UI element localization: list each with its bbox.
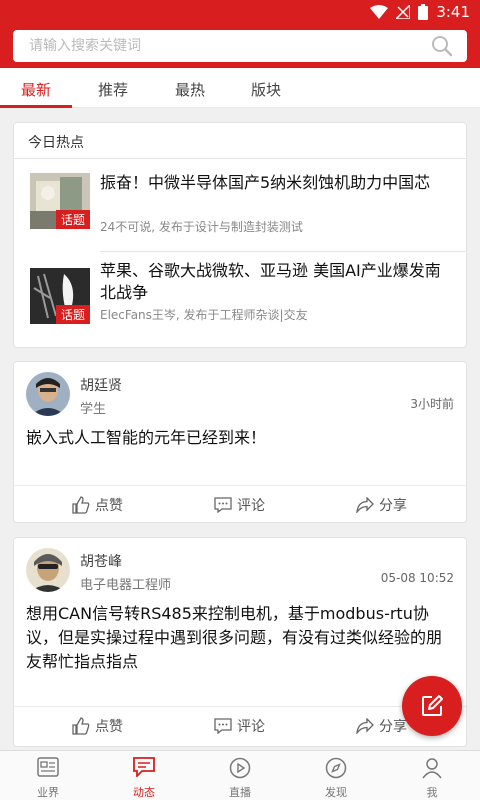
topic-badge: 话题 [55,305,90,324]
search-header [0,24,480,68]
tab-sections[interactable]: 版块 [230,68,302,108]
hot-item-thumbnail: 话题 [30,268,90,324]
nav-label: 业界 [37,786,59,799]
share-label: 分享 [379,719,407,735]
news-icon [37,757,59,777]
post-author-role: 学生 [80,402,107,417]
nav-label: 我 [426,786,438,799]
post-author-role: 电子电器工程师 [80,578,172,593]
post-text[interactable]: 嵌入式人工智能的元年已经到来！ [26,426,454,450]
signal-off-icon [396,5,411,19]
search-box[interactable] [13,30,467,62]
hot-item[interactable]: 话题 苹果、谷歌大战微软、亚马逊 美国AI产业爆发南北战争 ElecFans王岑… [14,252,466,347]
post-time: 3小时前 [410,397,454,411]
avatar[interactable] [26,372,70,416]
hot-item[interactable]: 话题 振奋！中微半导体国产5纳米刻蚀机助力中国芯 24不可说, 发布于设计与制造… [14,159,466,251]
hot-item-headline: 振奋！中微半导体国产5纳米刻蚀机助力中国芯 [100,173,431,192]
like-button[interactable]: 点赞 [72,707,123,745]
thumbs-up-icon [72,496,90,514]
hot-topics-card: 今日热点 话题 振奋！中微半导体国产5纳米刻蚀机助力中国芯 24不可说, 发布于… [13,122,467,348]
hot-item-meta: 24不可说, 发布于设计与制造封装测试 [100,220,303,234]
hot-topics-title: 今日热点 [28,135,84,151]
wifi-icon [370,5,389,19]
nav-me[interactable]: 我 [384,751,480,800]
avatar[interactable] [26,548,70,592]
search-input[interactable] [29,30,409,62]
thumbs-up-icon [72,717,90,735]
hot-item-thumbnail: 话题 [30,173,90,229]
hot-item-headline: 苹果、谷歌大战微软、亚马逊 美国AI产业爆发南北战争 [100,261,441,302]
nav-industry[interactable]: 业界 [0,751,96,800]
post-time: 05-08 10:52 [380,571,454,585]
post-card: 胡廷贤 学生 3小时前 嵌入式人工智能的元年已经到来！ 点赞 评论 分享 [13,361,467,523]
hot-item-meta: ElecFans王岑, 发布于工程师杂谈|交友 [100,308,308,322]
person-icon [422,758,442,779]
feed-tabs: 最新 推荐 最热 版块 [0,68,480,108]
post-text[interactable]: 想用CAN信号转RS485来控制电机，基于modbus-rtu协议，但是实操过程… [26,602,454,674]
comment-label: 评论 [237,498,265,514]
comment-icon [214,718,232,734]
tab-hottest[interactable]: 最热 [154,68,226,108]
share-label: 分享 [379,498,407,514]
like-button[interactable]: 点赞 [72,486,123,524]
tab-latest[interactable]: 最新 [0,68,72,108]
status-icons: 3:41 [370,3,470,21]
nav-live[interactable]: 直播 [192,751,288,800]
comment-button[interactable]: 评论 [214,707,265,745]
comment-icon [214,497,232,513]
share-button[interactable]: 分享 [356,486,407,524]
play-icon [229,757,251,779]
edit-icon [422,695,443,716]
post-author[interactable]: 胡苍峰 [80,551,122,571]
compose-button[interactable] [402,676,462,736]
comment-button[interactable]: 评论 [214,486,265,524]
chat-icon [133,757,155,777]
topic-badge: 话题 [55,210,90,229]
post-author[interactable]: 胡廷贤 [80,375,122,395]
search-icon[interactable] [431,35,453,57]
share-button[interactable]: 分享 [356,707,407,745]
bottom-nav: 业界 动态 直播 发现 我 [0,750,480,800]
comment-label: 评论 [237,719,265,735]
battery-icon [418,4,429,20]
tab-recommended[interactable]: 推荐 [77,68,149,108]
status-time: 3:41 [436,3,470,21]
nav-label: 动态 [133,786,155,799]
nav-label: 发现 [325,786,347,799]
share-icon [356,718,374,734]
post-card: 胡苍峰 电子电器工程师 05-08 10:52 想用CAN信号转RS485来控制… [13,537,467,747]
compass-icon [325,757,347,779]
post-actions: 点赞 评论 分享 [14,485,466,523]
nav-label: 直播 [229,786,251,799]
share-icon [356,497,374,513]
like-label: 点赞 [95,719,123,735]
like-label: 点赞 [95,498,123,514]
status-bar: 3:41 [0,0,480,24]
nav-discover[interactable]: 发现 [288,751,384,800]
nav-feed[interactable]: 动态 [96,751,192,800]
post-actions: 点赞 评论 分享 [14,706,466,744]
